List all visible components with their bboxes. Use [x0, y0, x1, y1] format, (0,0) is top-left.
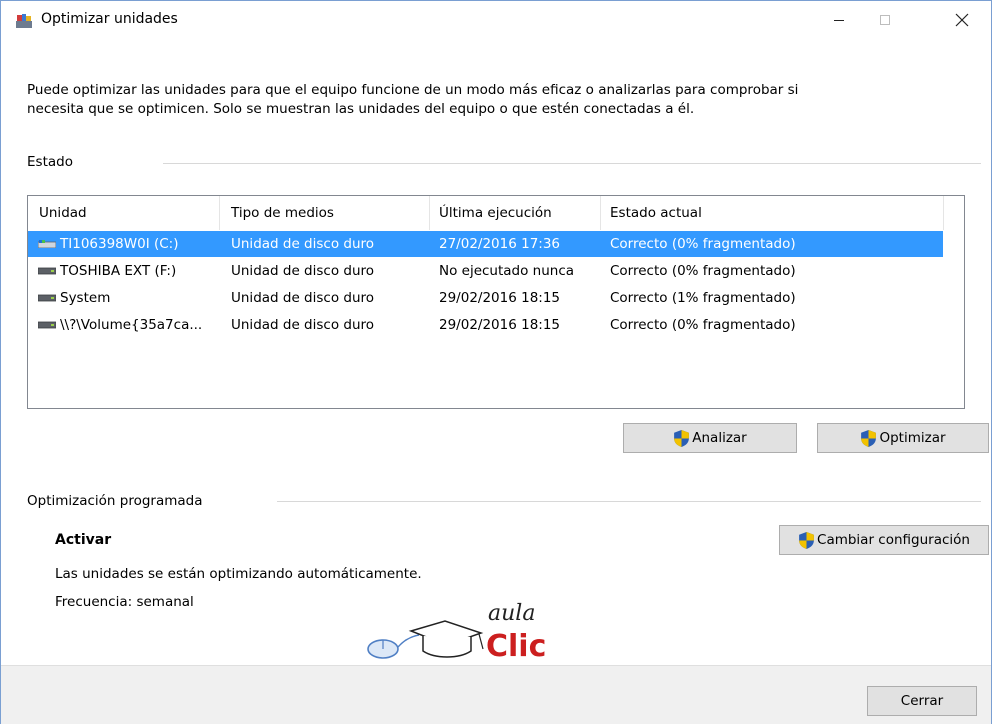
defrag-app-icon	[16, 14, 32, 28]
intro-text: Puede optimizar las unidades para que el…	[27, 81, 957, 119]
optimize-button[interactable]: Optimizar	[817, 423, 989, 453]
drive-media-type: Unidad de disco duro	[231, 317, 375, 333]
drive-status: Correcto (1% fragmentado)	[610, 290, 796, 306]
drive-row-f[interactable]: TOSHIBA EXT (F:) Unidad de disco duro No…	[28, 258, 943, 284]
optimize-drives-window: Optimizar unidades Puede optimizar las u…	[0, 0, 992, 724]
maximize-icon	[880, 15, 890, 25]
drive-last-run: 27/02/2016 17:36	[439, 236, 561, 252]
column-separator[interactable]	[429, 196, 430, 230]
intro-line-1: Puede optimizar las unidades para que el…	[27, 82, 799, 98]
drive-name: TI106398W0I (C:)	[60, 236, 179, 252]
drive-media-type: Unidad de disco duro	[231, 290, 375, 306]
column-header-ultima[interactable]: Última ejecución	[439, 205, 552, 221]
optimize-button-label: Optimizar	[879, 430, 946, 446]
drive-media-type: Unidad de disco duro	[231, 236, 375, 252]
maximize-button[interactable]	[862, 1, 908, 39]
column-header-estado[interactable]: Estado actual	[610, 205, 702, 221]
close-dialog-button[interactable]: Cerrar	[867, 686, 977, 716]
drive-row-c[interactable]: TI106398W0I (C:) Unidad de disco duro 27…	[28, 231, 943, 257]
logo-word-clic: Clic	[486, 629, 547, 664]
dialog-footer: Cerrar	[1, 665, 991, 724]
column-separator[interactable]	[943, 196, 944, 230]
drive-last-run: 29/02/2016 18:15	[439, 290, 561, 306]
uac-shield-icon	[674, 429, 690, 447]
minimize-button[interactable]	[816, 1, 862, 39]
title-bar[interactable]: Optimizar unidades	[1, 1, 991, 39]
system-drive-icon	[38, 240, 56, 248]
minimize-icon	[834, 20, 844, 21]
column-separator[interactable]	[600, 196, 601, 230]
drive-name: \\?\Volume{35a7ca...	[60, 317, 203, 333]
drive-row-system[interactable]: System Unidad de disco duro 29/02/2016 1…	[28, 285, 943, 311]
analyze-button-label: Analizar	[692, 430, 747, 446]
drive-last-run: No ejecutado nunca	[439, 263, 575, 279]
logo-word-aula: aula	[488, 601, 536, 626]
schedule-frequency: Frecuencia: semanal	[55, 594, 194, 610]
analyze-button[interactable]: Analizar	[623, 423, 797, 453]
window-title: Optimizar unidades	[41, 11, 178, 27]
scheduled-section-label: Optimización programada	[27, 493, 203, 509]
close-icon	[955, 13, 969, 27]
change-settings-label: Cambiar configuración	[817, 532, 970, 548]
drive-name: TOSHIBA EXT (F:)	[60, 263, 177, 279]
uac-shield-icon	[799, 531, 814, 549]
drive-last-run: 29/02/2016 18:15	[439, 317, 561, 333]
drive-row-volume[interactable]: \\?\Volume{35a7ca... Unidad de disco dur…	[28, 312, 943, 338]
drive-name: System	[60, 290, 111, 306]
drives-list[interactable]: Unidad Tipo de medios Última ejecución E…	[27, 195, 965, 409]
drive-status: Correcto (0% fragmentado)	[610, 263, 796, 279]
drive-status: Correcto (0% fragmentado)	[610, 236, 796, 252]
estado-section-label: Estado	[27, 154, 73, 170]
uac-shield-icon	[861, 429, 877, 447]
change-settings-button[interactable]: Cambiar configuración	[779, 525, 989, 555]
column-header-unidad[interactable]: Unidad	[39, 205, 87, 221]
hard-drive-icon	[38, 294, 56, 302]
estado-divider	[163, 163, 981, 164]
schedule-status: Activar	[55, 532, 112, 548]
close-dialog-label: Cerrar	[900, 693, 944, 709]
intro-line-2: necesita que se optimicen. Solo se muest…	[27, 101, 695, 117]
hard-drive-icon	[38, 321, 56, 329]
drives-list-header: Unidad Tipo de medios Última ejecución E…	[28, 196, 964, 230]
drive-status: Correcto (0% fragmentado)	[610, 317, 796, 333]
hard-drive-icon	[38, 267, 56, 275]
column-separator[interactable]	[219, 196, 220, 230]
drive-media-type: Unidad de disco duro	[231, 263, 375, 279]
close-button[interactable]	[939, 1, 985, 39]
column-header-tipo[interactable]: Tipo de medios	[231, 205, 334, 221]
scheduled-divider	[277, 501, 981, 502]
schedule-description: Las unidades se están optimizando automá…	[55, 566, 422, 582]
